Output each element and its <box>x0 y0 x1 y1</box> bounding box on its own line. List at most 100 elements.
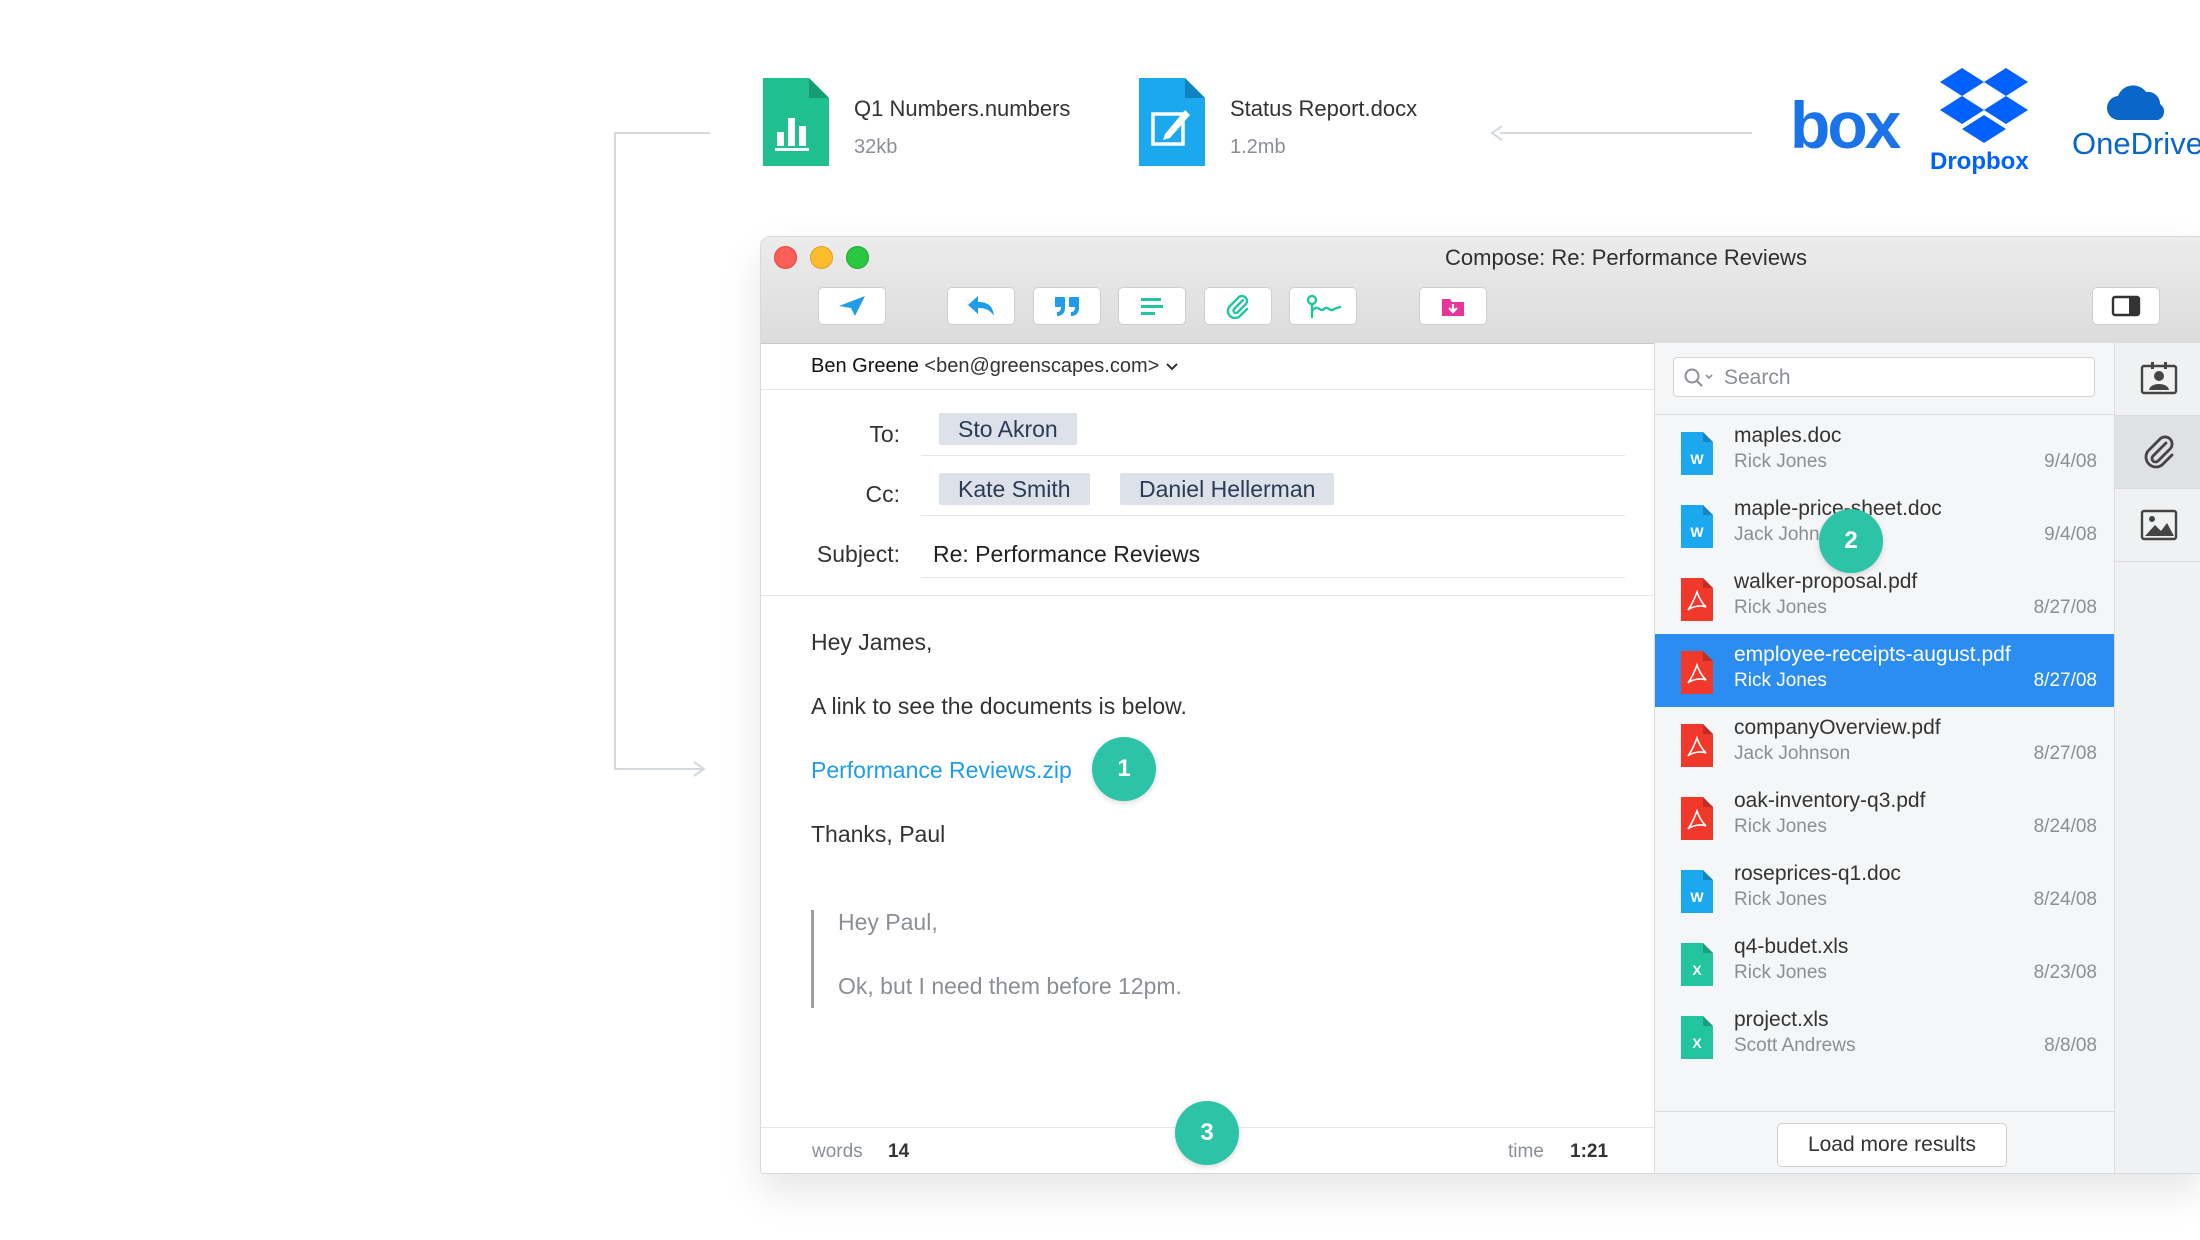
attachment-icon <box>1226 294 1249 319</box>
callout-badge: 3 <box>1175 1101 1239 1165</box>
sidebar-toggle-icon <box>2111 295 2141 317</box>
attachment-link[interactable]: Performance Reviews.zip <box>811 757 1072 784</box>
svg-text:X: X <box>1692 1035 1702 1051</box>
connector-line-top <box>614 132 710 134</box>
dropbox-label: Dropbox <box>1930 148 2029 175</box>
attachment-name: maples.doc <box>1734 424 1842 447</box>
file-size: 1.2mb <box>1230 136 1286 158</box>
contact-card-icon <box>2140 362 2177 395</box>
attachment-author: Rick Jones <box>1734 670 1827 691</box>
sender-selector[interactable]: Ben Greene <ben@greenscapes.com> <box>811 355 1179 378</box>
attachment-author: Rick Jones <box>1734 597 1827 618</box>
attachment-row[interactable]: Xproject.xls Scott Andrews 8/8/08 <box>1655 999 2115 1072</box>
load-more-button[interactable]: Load more results <box>1777 1123 2007 1167</box>
cc-recipient-chip[interactable]: Kate Smith <box>939 473 1090 505</box>
attachment-row[interactable]: walker-proposal.pdf Rick Jones 8/27/08 <box>1655 561 2115 634</box>
onedrive-cloud-icon[interactable] <box>2106 84 2168 122</box>
attachment-date: 8/8/08 <box>2044 1035 2097 1056</box>
divider <box>761 595 1654 596</box>
body-closing: Thanks, Paul <box>811 821 946 847</box>
send-button[interactable] <box>818 287 886 325</box>
divider <box>921 455 1625 456</box>
signature-button[interactable] <box>1289 287 1357 325</box>
time-label: time <box>1508 1141 1544 1162</box>
format-button[interactable] <box>1118 287 1186 325</box>
attachment-name: employee-receipts-august.pdf <box>1734 643 2011 666</box>
quoted-text: Ok, but I need them before 12pm. <box>838 973 1182 999</box>
connector-line-vertical <box>614 132 616 770</box>
attachment-name: walker-proposal.pdf <box>1734 570 1918 593</box>
format-icon <box>1141 298 1163 315</box>
sidebar-toggle-button[interactable] <box>2092 287 2160 325</box>
callout-badge: 1 <box>1092 737 1156 801</box>
save-to-cloud-button[interactable] <box>1419 287 1487 325</box>
attachments-pane: Search Wmaples.doc Rick Jones 9/4/08 Wmaple… <box>1654 343 2115 1173</box>
attachment-date: 8/24/08 <box>2033 889 2097 910</box>
send-icon <box>839 296 865 316</box>
cc-recipient-chip[interactable]: Daniel Hellerman <box>1120 473 1335 505</box>
pdf-file-icon <box>1681 651 1713 694</box>
divider <box>921 577 1625 578</box>
doc-file-icon: W <box>1681 870 1713 913</box>
divider <box>921 515 1625 516</box>
attachment-name: project.xls <box>1734 1008 1829 1031</box>
doc-file-icon: W <box>1681 505 1713 548</box>
attachment-row[interactable]: Wroseprices-q1.doc Rick Jones 8/24/08 <box>1655 853 2115 926</box>
words-count: 14 <box>888 1141 910 1162</box>
attachment-row[interactable]: Xq4-budet.xls Rick Jones 8/23/08 <box>1655 926 2115 999</box>
arrow-left-icon <box>1490 125 1503 141</box>
attachment-row[interactable]: employee-receipts-august.pdf Rick Jones 8/… <box>1655 634 2115 707</box>
attachment-author: Rick Jones <box>1734 451 1827 472</box>
quote-button[interactable] <box>1033 287 1101 325</box>
attachment-date: 9/4/08 <box>2044 524 2097 545</box>
attachment-row[interactable]: companyOverview.pdf Jack Johnson 8/27/08 <box>1655 707 2115 780</box>
file-name: Status Report.docx <box>1230 96 1418 121</box>
search-placeholder: Search <box>1724 366 1791 389</box>
numbers-file-icon <box>763 78 829 166</box>
sender-email: <ben@greenscapes.com> <box>924 355 1160 377</box>
attachment-name: q4-budet.xls <box>1734 935 1849 958</box>
box-logo[interactable]: box <box>1790 92 1901 158</box>
attach-button[interactable] <box>1204 287 1272 325</box>
images-tab[interactable] <box>2115 489 2200 562</box>
body-line: A link to see the documents is below. <box>811 693 1187 719</box>
xls-file-icon: X <box>1681 1016 1713 1059</box>
file-name: Q1 Numbers.numbers <box>854 96 1071 121</box>
callout-badge: 2 <box>1819 509 1883 573</box>
attachment-list: Wmaples.doc Rick Jones 9/4/08 Wmaple-price-… <box>1655 415 2115 1072</box>
sender-name: Ben Greene <box>811 355 919 377</box>
subject-field[interactable]: Re: Performance Reviews <box>933 541 1200 568</box>
attachment-icon <box>2144 435 2173 469</box>
attachment-date: 9/4/08 <box>2044 451 2097 472</box>
contacts-tab[interactable] <box>2115 343 2200 416</box>
attachments-tab[interactable] <box>2115 416 2200 489</box>
attachment-date: 8/24/08 <box>2033 816 2097 837</box>
quoted-text: Hey Paul, <box>838 909 938 935</box>
time-value: 1:21 <box>1570 1141 1609 1162</box>
svg-text:X: X <box>1692 962 1702 978</box>
file-size: 32kb <box>854 136 898 158</box>
attachment-date: 8/27/08 <box>2033 743 2097 764</box>
attachment-date: 8/23/08 <box>2033 962 2097 983</box>
window-title: Compose: Re: Performance Reviews <box>1445 245 1807 270</box>
attachment-name: oak-inventory-q3.pdf <box>1734 789 1926 812</box>
search-input[interactable]: Search <box>1673 357 2095 397</box>
attachment-date: 8/27/08 <box>2033 670 2097 691</box>
titlebar: Compose: Re: Performance Reviews <box>761 237 2200 344</box>
attachment-row[interactable]: Wmaples.doc Rick Jones 9/4/08 <box>1655 415 2115 488</box>
dropbox-logo-icon[interactable] <box>1940 66 2028 146</box>
divider <box>761 389 1654 390</box>
reply-button[interactable] <box>947 287 1015 325</box>
quote-icon <box>1055 297 1079 316</box>
reply-icon <box>968 296 994 316</box>
body-greeting: Hey James, <box>811 629 933 655</box>
save-to-cloud-icon <box>1442 299 1464 316</box>
attachment-row[interactable]: oak-inventory-q3.pdf Rick Jones 8/24/08 <box>1655 780 2115 853</box>
side-rail <box>2114 343 2200 1173</box>
to-label: To: <box>869 421 900 447</box>
search-icon <box>1684 368 1713 387</box>
attachment-row[interactable]: Wmaple-price-sheet.doc Jack Johnson 9/4/08 <box>1655 488 2115 561</box>
svg-text:W: W <box>1690 889 1704 905</box>
image-icon <box>2140 509 2177 541</box>
to-recipient-chip[interactable]: Sto Akron <box>939 413 1077 445</box>
